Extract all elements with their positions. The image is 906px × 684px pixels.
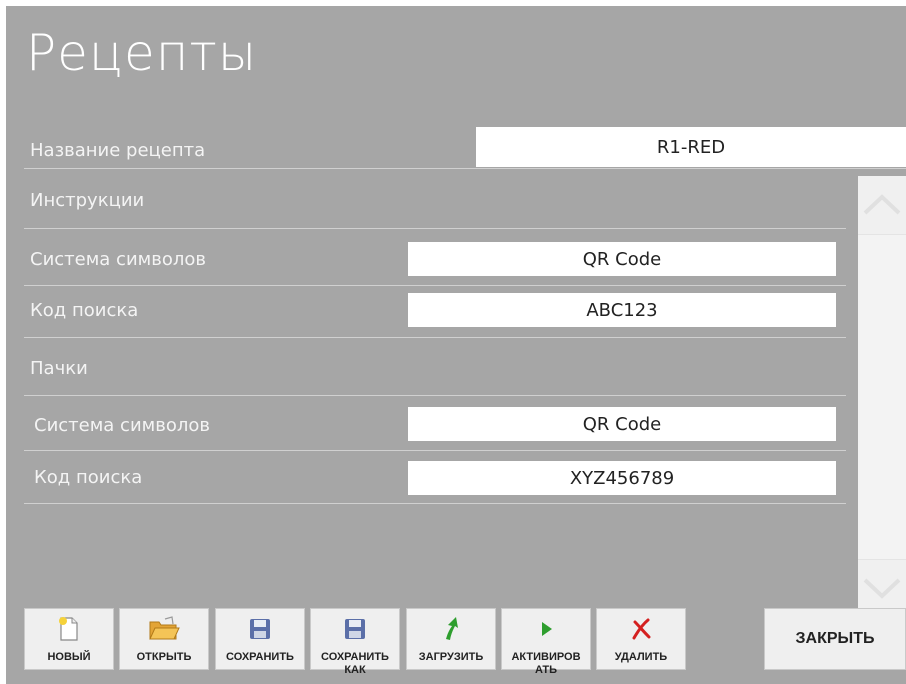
packs-search-code-label: Код поиска: [34, 467, 143, 488]
activate-button[interactable]: АКТИВИРОВ АТЬ: [501, 608, 591, 676]
divider: [24, 503, 846, 504]
new-button-label: НОВЫЙ: [47, 651, 91, 663]
delete-button-label: УДАЛИТЬ: [614, 651, 668, 663]
play-icon: [542, 622, 552, 636]
save-button[interactable]: СОХРАНИТЬ: [215, 608, 305, 670]
divider: [24, 168, 906, 169]
open-folder-icon: [149, 616, 180, 640]
instructions-search-code-label: Код поиска: [30, 300, 139, 321]
recipes-panel: Рецепты Название рецепта R1-RED Инструкц…: [6, 6, 906, 684]
packs-section-label: Пачки: [30, 358, 88, 379]
red-x-icon: [632, 618, 651, 640]
save-button-label: СОХРАНИТЬ: [226, 651, 294, 663]
instructions-search-code-field[interactable]: ABC123: [408, 293, 836, 327]
instructions-symbology-label: Система символов: [30, 249, 206, 270]
page-title: Рецепты: [26, 24, 258, 82]
scroll-track[interactable]: [858, 234, 906, 560]
packs-symbology-field[interactable]: QR Code: [408, 407, 836, 441]
chevron-up-icon: [863, 193, 901, 214]
packs-search-code-field[interactable]: XYZ456789: [408, 461, 836, 495]
divider: [24, 450, 846, 451]
recipe-name-field[interactable]: R1-RED: [476, 127, 906, 167]
load-button-label: ЗАГРУЗИТЬ: [418, 651, 484, 663]
divider: [24, 395, 846, 396]
delete-button[interactable]: УДАЛИТЬ: [596, 608, 686, 670]
green-arrow-up-icon: [446, 617, 458, 640]
activate-button-label: АКТИВИРОВ АТЬ: [511, 651, 581, 676]
divider: [24, 228, 846, 229]
recipe-name-label: Название рецепта: [30, 140, 206, 161]
open-button-label: ОТКРЫТЬ: [136, 651, 192, 663]
chevron-down-icon: [863, 578, 901, 599]
save-as-button-label: СОХРАНИТЬ КАК: [321, 651, 389, 676]
packs-symbology-label: Система символов: [34, 415, 210, 436]
vertical-scrollbar[interactable]: [858, 176, 906, 616]
floppy-disk-icon: [250, 619, 270, 639]
open-button[interactable]: ОТКРЫТЬ: [119, 608, 209, 670]
divider: [24, 285, 846, 286]
new-button[interactable]: НОВЫЙ: [24, 608, 114, 670]
save-as-button[interactable]: СОХРАНИТЬ КАК: [310, 608, 400, 676]
instructions-section-label: Инструкции: [30, 190, 145, 211]
new-document-icon: [59, 617, 78, 641]
close-button[interactable]: ЗАКРЫТЬ: [764, 608, 906, 670]
instructions-symbology-field[interactable]: QR Code: [408, 242, 836, 276]
scroll-up-button[interactable]: [858, 176, 906, 231]
load-button[interactable]: ЗАГРУЗИТЬ: [406, 608, 496, 670]
divider: [24, 337, 846, 338]
floppy-disk-icon: [345, 619, 365, 639]
